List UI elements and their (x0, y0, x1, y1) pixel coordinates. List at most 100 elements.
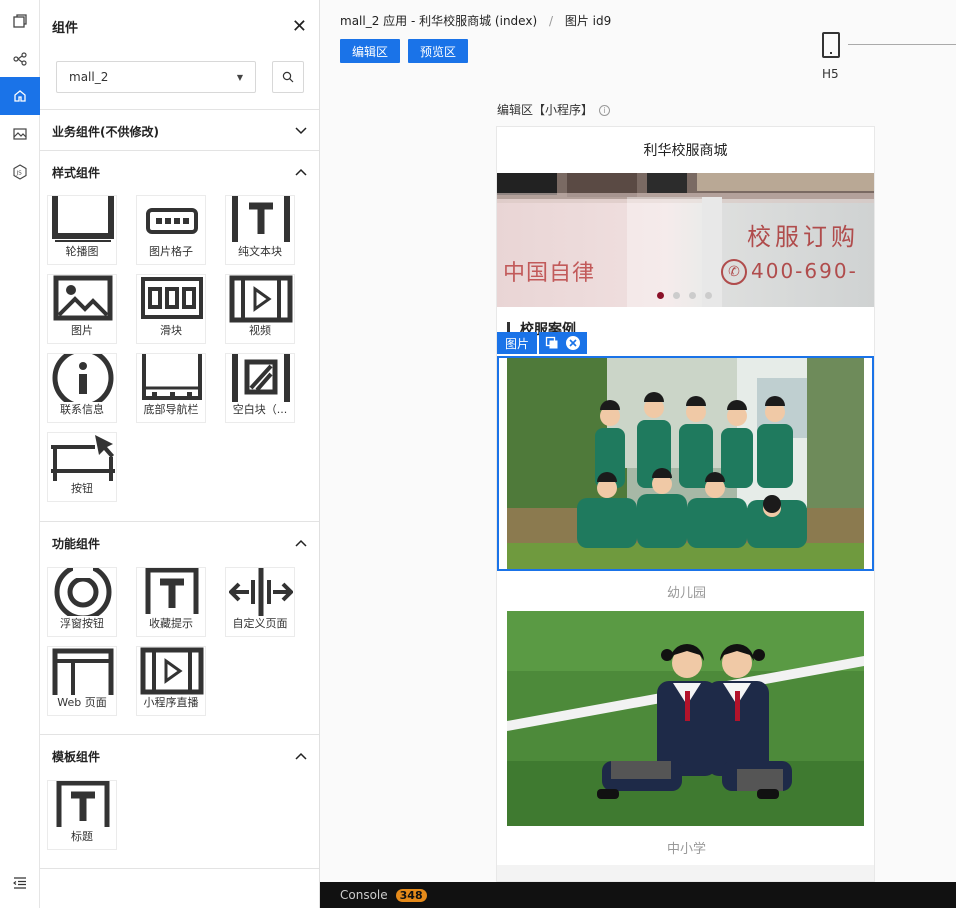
school-image (507, 611, 864, 826)
image-library-icon[interactable] (0, 115, 40, 153)
chevron-up-icon (295, 539, 307, 547)
banner-text-left: 中国自律 (503, 261, 596, 286)
tile-custom-page[interactable]: 自定义页面 (225, 567, 295, 637)
caption-school: 中小学 (666, 842, 706, 857)
section-template-header[interactable]: 模板组件 (40, 735, 319, 777)
tile-label: 自定义页面 (232, 617, 288, 630)
chevron-down-icon (295, 127, 307, 135)
carousel-banner[interactable]: 中国自律 校服订购 ✆ 400-690- (497, 173, 874, 307)
mobile-device-icon[interactable] (822, 32, 840, 58)
left-rail: JS (0, 0, 40, 908)
console-bar[interactable]: Console 348 (320, 882, 956, 908)
tile-label: 纯文本块 (238, 245, 282, 258)
video-icon (229, 275, 293, 323)
section-style: 样式组件 轮播图 图片格子 纯文本块 图片 滑块 视频 联系信息 底部导航栏 空… (40, 150, 319, 522)
carousel-dot[interactable] (705, 292, 712, 299)
selection-toolbar: 图片 (497, 332, 588, 354)
tile-bottom-nav[interactable]: 底部导航栏 (136, 353, 206, 423)
bottom-nav-icon (140, 354, 204, 402)
section-style-title: 样式组件 (52, 165, 101, 180)
delete-icon[interactable] (565, 335, 581, 351)
tile-title[interactable]: 标题 (47, 780, 117, 850)
tile-label: 按钮 (71, 482, 93, 495)
tile-favorite-tip[interactable]: 收藏提示 (136, 567, 206, 637)
console-count-badge: 348 (395, 888, 427, 902)
tile-label: 浮窗按钮 (60, 617, 104, 630)
tile-label: Web 页面 (57, 696, 107, 709)
text-icon (51, 781, 115, 829)
tile-contact[interactable]: 联系信息 (47, 353, 117, 423)
js-script-icon[interactable]: JS (0, 153, 40, 191)
svg-text:JS: JS (16, 171, 23, 177)
project-select[interactable]: mall_2 ▼ (56, 61, 256, 93)
preview-area-button[interactable]: 预览区 (408, 39, 468, 63)
custom-page-icon (229, 568, 293, 616)
section-template-title: 模板组件 (52, 749, 101, 764)
copy-icon[interactable] (545, 336, 559, 350)
main-area: mall_2 应用 - 利华校服商城 (index) / 图片 id9 编辑区 … (320, 0, 956, 882)
tile-blank-block[interactable]: 空白块（... (225, 353, 295, 423)
float-button-icon (51, 568, 115, 616)
carousel-dot[interactable] (689, 292, 696, 299)
breadcrumb-app[interactable]: mall_2 应用 - 利华校服商城 (index) (340, 14, 537, 28)
selection-tools (539, 332, 588, 354)
carousel-dot-active[interactable] (657, 292, 664, 299)
info-icon (51, 354, 115, 402)
tile-text-block[interactable]: 纯文本块 (225, 195, 295, 265)
tile-label: 图片 (71, 324, 93, 337)
tile-label: 小程序直播 (143, 696, 199, 709)
phone-canvas: 利华校服商城 中国自律 校服订购 ✆ 400-690- 校服案例 图片 幼儿园 … (496, 126, 875, 882)
close-icon[interactable]: ✕ (292, 16, 307, 37)
tile-web-page[interactable]: Web 页面 (47, 646, 117, 716)
panel-header: 组件 ✕ (40, 0, 319, 52)
tile-slider[interactable]: 滑块 (136, 274, 206, 344)
phone-bottom-bar (497, 865, 874, 881)
mini-app-title: 利华校服商城 (643, 143, 728, 159)
tile-label: 视频 (249, 324, 271, 337)
tile-float-button[interactable]: 浮窗按钮 (47, 567, 117, 637)
tile-live-stream[interactable]: 小程序直播 (136, 646, 206, 716)
tile-image[interactable]: 图片 (47, 274, 117, 344)
edit-area-button[interactable]: 编辑区 (340, 39, 400, 63)
project-select-value: mall_2 (69, 70, 109, 84)
info-icon[interactable]: i (599, 105, 611, 116)
web-page-icon (51, 647, 115, 695)
chevron-up-icon (295, 752, 307, 760)
tile-label: 标题 (71, 830, 93, 843)
collapse-menu-icon[interactable] (0, 864, 40, 902)
section-function: 功能组件 浮窗按钮 收藏提示 自定义页面 Web 页面 小程序直播 (40, 521, 319, 735)
project-select-row: mall_2 ▼ (56, 61, 304, 93)
selection-frame (497, 356, 874, 571)
pages-icon[interactable] (0, 2, 40, 40)
carousel-dot[interactable] (673, 292, 680, 299)
flow-icon[interactable] (0, 40, 40, 78)
chevron-up-icon (295, 168, 307, 176)
slider-icon (140, 275, 204, 323)
search-icon (282, 71, 294, 83)
tile-label: 滑块 (160, 324, 182, 337)
tile-carousel[interactable]: 轮播图 (47, 195, 117, 265)
tile-video[interactable]: 视频 (225, 274, 295, 344)
school-photo[interactable] (507, 611, 864, 826)
section-style-header[interactable]: 样式组件 (40, 151, 319, 193)
live-video-icon (140, 647, 204, 695)
carousel-dots (657, 292, 712, 299)
section-function-header[interactable]: 功能组件 (40, 522, 319, 564)
tile-button[interactable]: 按钮 (47, 432, 117, 502)
components-icon[interactable] (0, 77, 40, 115)
tile-label: 图片格子 (149, 245, 193, 258)
section-business: 业务组件(不供修改) (40, 109, 319, 152)
panel-title: 组件 (52, 20, 79, 36)
app-root: JS 组件 ✕ mall_2 ▼ 业务组件(不供修改) 样式组件 轮播图 图片格… (0, 0, 956, 908)
search-button[interactable] (272, 61, 304, 93)
tile-image-grid[interactable]: 图片格子 (136, 195, 206, 265)
breadcrumb: mall_2 应用 - 利华校服商城 (index) / 图片 id9 (340, 12, 611, 29)
section-template: 模板组件 标题 (40, 734, 319, 869)
image-grid-icon (140, 196, 204, 244)
banner-phone: 400-690- (751, 259, 858, 283)
section-business-header[interactable]: 业务组件(不供修改) (40, 110, 319, 152)
component-panel: 组件 ✕ mall_2 ▼ 业务组件(不供修改) 样式组件 轮播图 图片格子 纯… (40, 0, 320, 908)
banner-text-top: 校服订购 (747, 223, 859, 251)
editor-label-text: 编辑区【小程序】 (497, 103, 594, 117)
text-icon (140, 568, 204, 616)
